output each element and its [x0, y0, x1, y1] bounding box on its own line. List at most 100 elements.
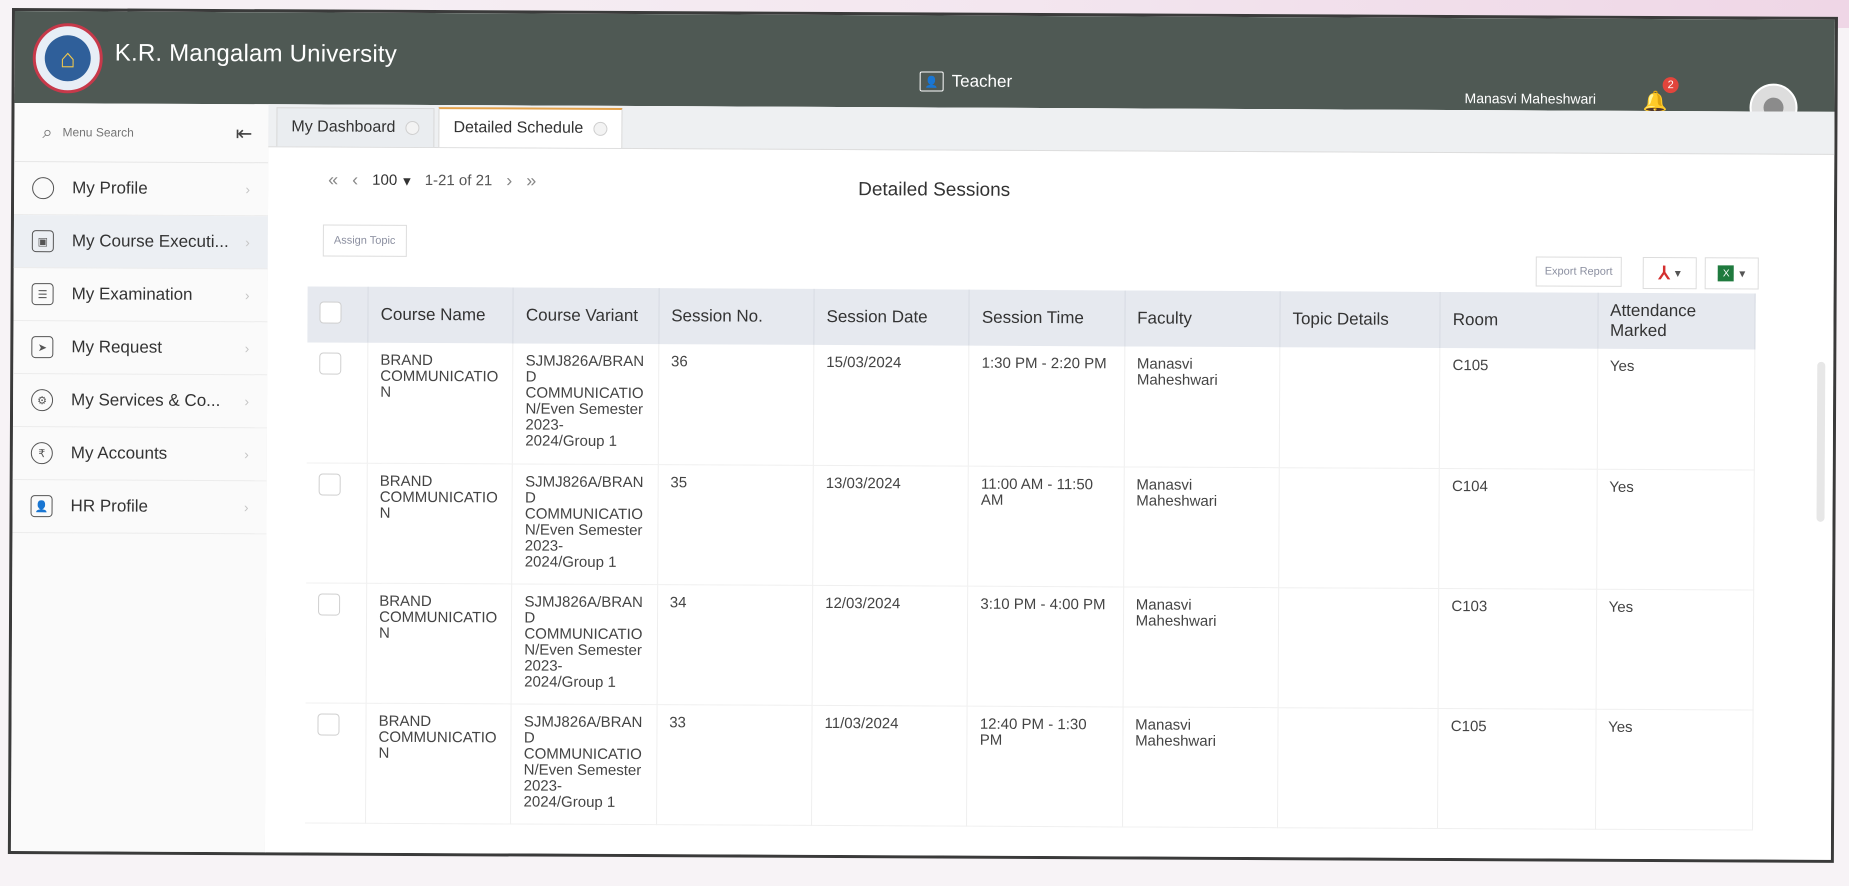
sidebar-item-my-accounts[interactable]: ₹ My Accounts ›	[12, 427, 267, 482]
faculty-cell: Manasvi Maheshwari	[1122, 706, 1279, 828]
tab-my-dashboard[interactable]: My Dashboard	[276, 107, 435, 148]
column-header[interactable]: Attendance Marked	[1597, 292, 1756, 350]
accounts-icon: ₹	[30, 442, 53, 465]
sidebar-item-my-examination[interactable]: ☰ My Examination ›	[13, 268, 268, 323]
assign-topic-button[interactable]: Assign Topic	[322, 224, 407, 257]
last-page-icon[interactable]: »	[526, 171, 536, 192]
page-title: Detailed Sessions	[858, 179, 1011, 201]
tab-bar: My Dashboard Detailed Schedule	[268, 104, 1835, 155]
sidebar-item-hr-profile[interactable]: 👤 HR Profile ›	[12, 480, 267, 535]
user-name[interactable]: Manasvi Maheshwari	[1465, 90, 1597, 107]
faculty-cell: Manasvi Maheshwari	[1123, 466, 1280, 588]
export-excel-dropdown[interactable]: X ▾	[1704, 257, 1759, 290]
table-row: BRAND COMMUNICATIO N SJMJ826A/BRAN D COM…	[305, 702, 1754, 830]
tab-label: Detailed Schedule	[453, 119, 584, 137]
page-size-value: 100	[372, 171, 398, 189]
attendance-cell: Yes	[1596, 348, 1755, 470]
course-variant-cell: SJMJ826A/BRAN D COMMUNICATIO N/Even Seme…	[512, 463, 658, 585]
services-icon: ⚙	[31, 389, 54, 412]
course-name-cell: BRAND COMMUNICATIO N	[367, 342, 514, 464]
session-date-cell: 12/03/2024	[812, 584, 969, 706]
logo-emblem-icon: ⌂	[44, 35, 91, 82]
vertical-scrollbar[interactable]	[1816, 361, 1826, 522]
sidebar-item-label: My Services & Co...	[71, 390, 221, 411]
page-size-select[interactable]: 100 ▾	[372, 171, 411, 190]
pdf-icon: ⅄	[1658, 262, 1670, 283]
sidebar-item-label: HR Profile	[70, 496, 149, 516]
chevron-right-icon: ›	[244, 393, 250, 410]
menu-search-input[interactable]	[60, 124, 185, 141]
row-select-cell[interactable]	[306, 462, 368, 583]
role-indicator[interactable]: 👤 Teacher	[919, 71, 1013, 92]
column-header[interactable]: Session No.	[658, 288, 815, 345]
notification-badge: 2	[1662, 77, 1679, 94]
select-all-cell[interactable]	[307, 286, 369, 343]
chevron-right-icon: ›	[243, 499, 249, 516]
row-checkbox[interactable]	[319, 352, 342, 375]
collapse-menu-icon[interactable]: ⇤	[236, 121, 253, 146]
sidebar-item-my-request[interactable]: ➤ My Request ›	[13, 321, 268, 376]
tab-detailed-schedule[interactable]: Detailed Schedule	[438, 107, 623, 148]
university-logo[interactable]: ⌂	[32, 23, 103, 94]
teacher-icon: 👤	[919, 71, 944, 92]
tab-label: My Dashboard	[291, 118, 396, 136]
select-all-checkbox[interactable]	[319, 301, 342, 324]
course-name-cell: BRAND COMMUNICATIO N	[366, 462, 513, 584]
chevron-right-icon: ›	[244, 446, 249, 463]
paper-plane-icon: ➤	[31, 336, 54, 359]
exam-icon: ☰	[31, 283, 54, 306]
session-time-cell: 12:40 PM - 1:30 PM	[966, 705, 1123, 827]
first-page-icon[interactable]: «	[328, 170, 338, 191]
topic-details-cell	[1278, 587, 1439, 708]
chevron-right-icon: ›	[244, 287, 250, 304]
sidebar-item-label: My Profile	[72, 178, 148, 198]
session-date-cell: 15/03/2024	[813, 344, 970, 466]
row-select-cell[interactable]	[306, 342, 368, 463]
table-row: BRAND COMMUNICATIO N SJMJ826A/BRAN D COM…	[305, 582, 1754, 710]
column-header[interactable]: Faculty	[1124, 290, 1281, 348]
menu-search: ⌕ ⇤	[14, 103, 269, 164]
row-select-cell[interactable]	[305, 702, 367, 823]
sidebar-item-label: My Accounts	[70, 443, 168, 463]
close-tab-icon[interactable]	[405, 120, 420, 135]
faculty-cell: Manasvi Maheshwari	[1122, 586, 1279, 708]
course-name-cell: BRAND COMMUNICATIO N	[365, 702, 512, 824]
caret-down-icon: ▾	[1739, 266, 1746, 281]
column-header[interactable]: Session Time	[969, 289, 1125, 347]
search-icon: ⌕	[42, 121, 53, 142]
topic-details-cell	[1277, 707, 1439, 828]
hr-icon: 👤	[30, 495, 53, 518]
role-label: Teacher	[951, 71, 1013, 91]
sidebar-item-my-course-execution[interactable]: ▣ My Course Executi... ›	[13, 215, 268, 270]
sessions-table: Course Name Course Variant Session No. S…	[305, 286, 1756, 830]
column-header[interactable]: Room	[1440, 291, 1598, 349]
session-date-cell: 11/03/2024	[811, 704, 968, 826]
chevron-right-icon: ›	[245, 181, 251, 198]
caret-down-icon: ▾	[1674, 266, 1681, 281]
row-checkbox[interactable]	[317, 713, 340, 736]
next-page-icon[interactable]: ›	[506, 170, 512, 191]
chevron-right-icon: ›	[244, 340, 250, 357]
sidebar-item-my-services[interactable]: ⚙ My Services & Co... ›	[12, 374, 268, 429]
previous-page-icon[interactable]: ‹	[352, 170, 358, 191]
app-window: ⌂ K.R. Mangalam University 👤 Teacher Man…	[7, 8, 1838, 863]
course-icon: ▣	[31, 230, 54, 253]
row-checkbox[interactable]	[318, 473, 341, 496]
caret-down-icon: ▾	[403, 172, 411, 190]
column-header[interactable]: Topic Details	[1279, 291, 1441, 348]
table-row: BRAND COMMUNICATIO N SJMJ826A/BRAN D COM…	[306, 342, 1755, 470]
export-pdf-dropdown[interactable]: ⅄ ▾	[1642, 256, 1697, 290]
sidebar-item-my-profile[interactable]: My Profile ›	[13, 162, 269, 217]
attendance-cell: Yes	[1596, 468, 1755, 590]
row-checkbox[interactable]	[318, 593, 341, 616]
session-date-cell: 13/03/2024	[812, 464, 969, 586]
topic-details-cell	[1278, 467, 1440, 588]
row-select-cell[interactable]	[305, 582, 367, 703]
column-header[interactable]: Course Variant	[513, 287, 659, 345]
close-tab-icon[interactable]	[593, 121, 608, 136]
session-time-cell: 11:00 AM - 11:50 AM	[968, 465, 1124, 587]
attendance-cell: Yes	[1595, 708, 1754, 830]
column-header[interactable]: Course Name	[367, 286, 514, 344]
column-header[interactable]: Session Date	[813, 288, 970, 346]
export-report-button[interactable]: Export Report	[1535, 256, 1622, 287]
